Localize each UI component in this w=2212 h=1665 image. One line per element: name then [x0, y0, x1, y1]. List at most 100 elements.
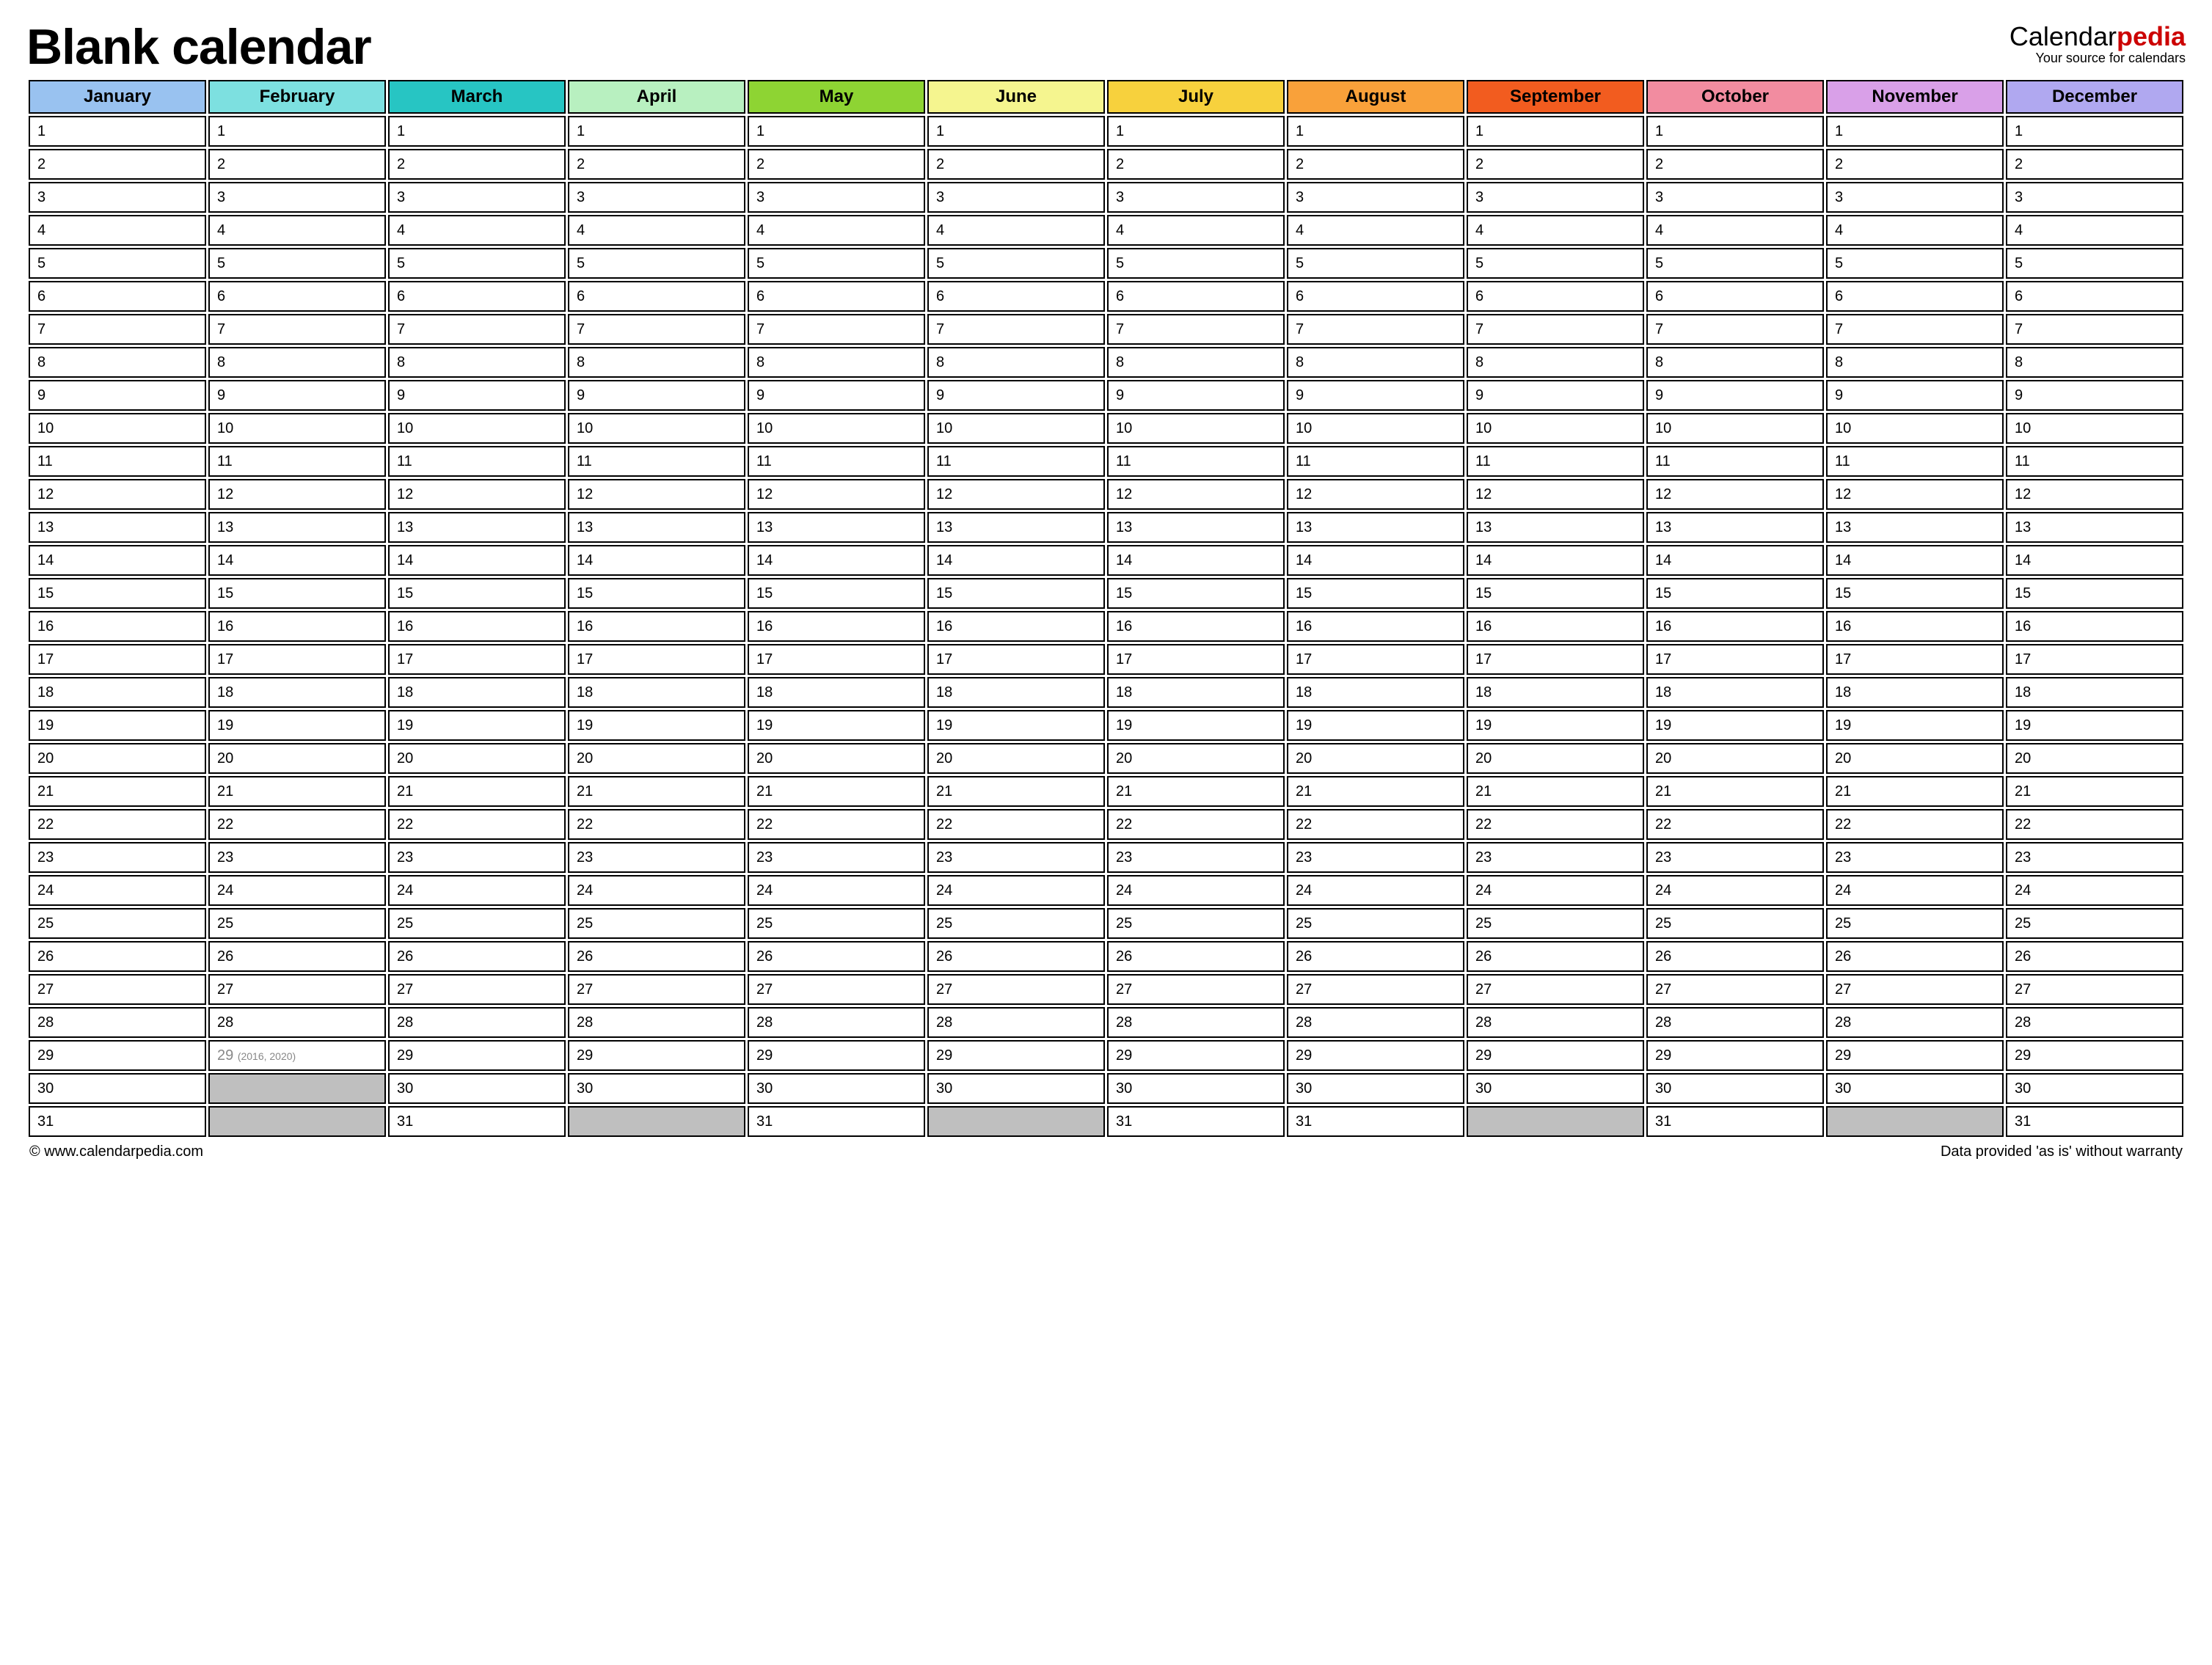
day-cell: 5 [2006, 248, 2183, 279]
day-cell: 15 [1646, 578, 1824, 609]
day-cell: 29 [29, 1040, 206, 1071]
day-cell: 31 [388, 1106, 566, 1137]
day-cell: 27 [388, 974, 566, 1005]
day-cell: 29 [927, 1040, 1105, 1071]
day-cell: 22 [388, 809, 566, 840]
day-cell: 30 [1826, 1073, 2004, 1104]
day-cell: 3 [1287, 182, 1464, 213]
day-cell: 14 [568, 545, 745, 576]
day-cell: 8 [1107, 347, 1285, 378]
day-cell: 12 [1107, 479, 1285, 510]
day-cell: 1 [1467, 116, 1644, 147]
day-cell: 23 [1826, 842, 2004, 873]
day-cell: 30 [1107, 1073, 1285, 1104]
day-cell: 4 [29, 215, 206, 246]
day-cell: 28 [1826, 1007, 2004, 1038]
day-cell: 30 [1467, 1073, 1644, 1104]
day-cell: 26 [568, 941, 745, 972]
day-cell: 24 [568, 875, 745, 906]
day-cell: 20 [1107, 743, 1285, 774]
day-cell: 27 [1826, 974, 2004, 1005]
table-row: 171717171717171717171717 [29, 644, 2183, 675]
month-header-april: April [568, 80, 745, 114]
day-cell: 26 [1287, 941, 1464, 972]
day-cell: 14 [2006, 545, 2183, 576]
day-cell: 20 [1467, 743, 1644, 774]
day-cell: 12 [1287, 479, 1464, 510]
day-cell: 13 [2006, 512, 2183, 543]
day-cell: 21 [927, 776, 1105, 807]
brand-prefix: Calendar [2010, 21, 2117, 51]
day-cell: 11 [208, 446, 386, 477]
day-cell: 28 [1467, 1007, 1644, 1038]
day-cell: 18 [568, 677, 745, 708]
day-cell: 16 [29, 611, 206, 642]
day-cell: 24 [388, 875, 566, 906]
day-cell: 4 [568, 215, 745, 246]
day-cell: 26 [2006, 941, 2183, 972]
day-cell: 23 [208, 842, 386, 873]
day-cell: 27 [1646, 974, 1824, 1005]
table-row: 131313131313131313131313 [29, 512, 2183, 543]
day-cell: 3 [29, 182, 206, 213]
day-cell: 21 [29, 776, 206, 807]
day-cell: 8 [2006, 347, 2183, 378]
day-cell: 14 [29, 545, 206, 576]
day-cell: 22 [29, 809, 206, 840]
day-cell: 17 [748, 644, 925, 675]
day-cell: 5 [208, 248, 386, 279]
day-cell: 21 [208, 776, 386, 807]
day-cell: 4 [388, 215, 566, 246]
day-cell: 18 [29, 677, 206, 708]
day-cell: 16 [388, 611, 566, 642]
day-cell: 1 [208, 116, 386, 147]
day-cell: 18 [1826, 677, 2004, 708]
day-cell: 19 [208, 710, 386, 741]
day-cell: 27 [1467, 974, 1644, 1005]
day-cell: 7 [208, 314, 386, 345]
day-cell: 16 [927, 611, 1105, 642]
day-cell: 9 [1826, 380, 2004, 411]
day-cell: 25 [1467, 908, 1644, 939]
day-cell: 23 [927, 842, 1105, 873]
day-cell: 21 [1646, 776, 1824, 807]
day-cell: 27 [1287, 974, 1464, 1005]
day-cell: 16 [208, 611, 386, 642]
day-cell: 18 [208, 677, 386, 708]
day-cell: 2 [2006, 149, 2183, 180]
day-cell: 23 [1646, 842, 1824, 873]
day-cell: 26 [388, 941, 566, 972]
day-cell: 19 [1646, 710, 1824, 741]
day-cell: 16 [1646, 611, 1824, 642]
day-cell: 17 [2006, 644, 2183, 675]
day-cell: 13 [1826, 512, 2004, 543]
day-cell: 27 [208, 974, 386, 1005]
table-row: 202020202020202020202020 [29, 743, 2183, 774]
leap-note: (2016, 2020) [238, 1050, 296, 1062]
day-cell: 6 [568, 281, 745, 312]
month-header-march: March [388, 80, 566, 114]
day-cell: 18 [388, 677, 566, 708]
day-cell: 1 [568, 116, 745, 147]
table-row: 2929 (2016, 2020)29292929292929292929 [29, 1040, 2183, 1071]
day-cell: 27 [1107, 974, 1285, 1005]
day-cell: 9 [1287, 380, 1464, 411]
day-cell: 7 [1287, 314, 1464, 345]
day-cell: 4 [748, 215, 925, 246]
month-header-january: January [29, 80, 206, 114]
day-cell: 4 [1107, 215, 1285, 246]
day-cell: 2 [29, 149, 206, 180]
day-cell: 31 [1287, 1106, 1464, 1137]
day-cell: 1 [748, 116, 925, 147]
day-cell: 30 [1287, 1073, 1464, 1104]
table-row: 191919191919191919191919 [29, 710, 2183, 741]
day-cell: 11 [1287, 446, 1464, 477]
day-cell: 30 [29, 1073, 206, 1104]
day-cell: 12 [208, 479, 386, 510]
day-cell: 23 [1467, 842, 1644, 873]
day-cell: 17 [1646, 644, 1824, 675]
day-cell: 22 [1287, 809, 1464, 840]
day-cell: 1 [388, 116, 566, 147]
day-cell: 5 [1107, 248, 1285, 279]
day-cell: 16 [1467, 611, 1644, 642]
